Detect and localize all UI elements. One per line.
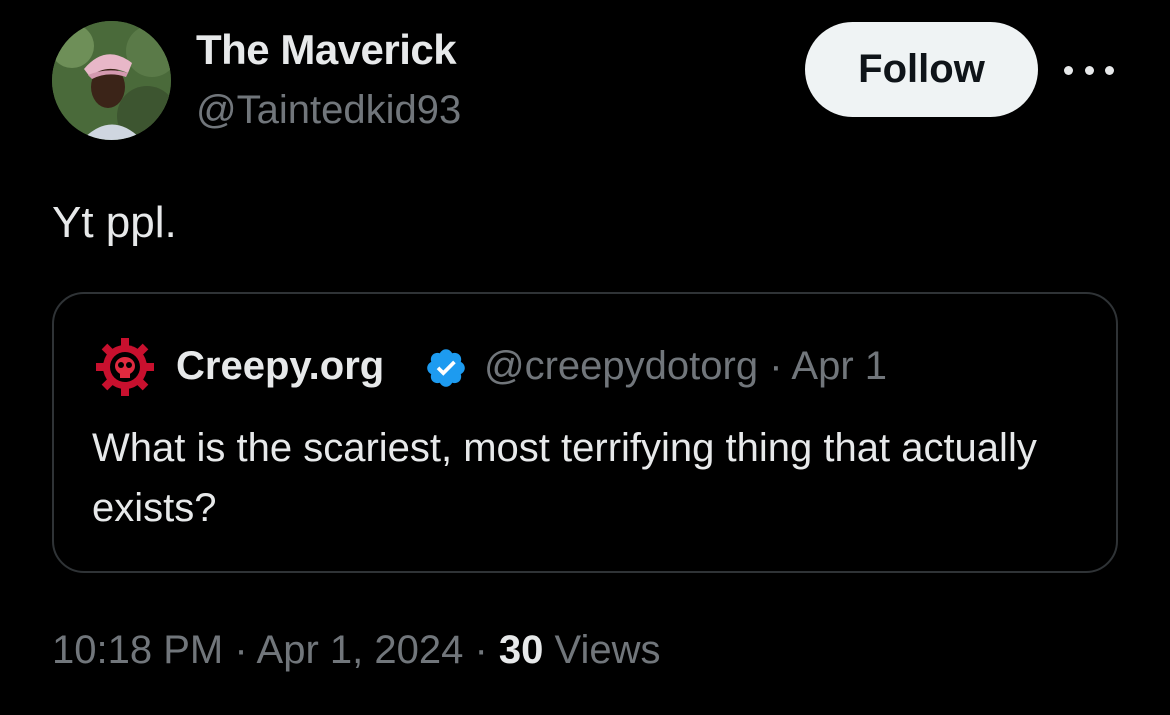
tweet-text: Yt ppl. — [52, 198, 177, 247]
more-options-button[interactable] — [1064, 60, 1114, 80]
tweet-timestamp[interactable]: 10:18 PM · Apr 1, 2024 · — [52, 628, 499, 672]
avatar[interactable] — [52, 21, 171, 140]
follow-button[interactable]: Follow — [805, 22, 1038, 117]
ellipsis-icon — [1105, 65, 1114, 75]
author-handle[interactable]: @Taintedkid93 — [196, 88, 461, 133]
verified-badge-icon — [424, 346, 468, 390]
quoted-tweet-text: What is the scariest, most terrifying th… — [92, 426, 1037, 530]
skull-gear-logo-icon[interactable] — [94, 336, 156, 398]
avatar-image — [52, 21, 171, 140]
views-label: Views — [543, 628, 661, 672]
quoted-author-name[interactable]: Creepy.org — [176, 344, 384, 389]
views-count: 30 — [498, 628, 544, 672]
ellipsis-icon — [1084, 65, 1094, 75]
ellipsis-icon — [1064, 65, 1073, 75]
author-display-name[interactable]: The Maverick — [196, 26, 457, 74]
quoted-handle-date[interactable]: @creepydotorg · Apr 1 — [484, 344, 887, 389]
tweet-metadata: 10:18 PM · Apr 1, 2024 · 30 Views — [52, 628, 661, 673]
quoted-tweet-card[interactable]: Creepy.org @creepydotorg · Apr 1 What is… — [52, 292, 1118, 573]
